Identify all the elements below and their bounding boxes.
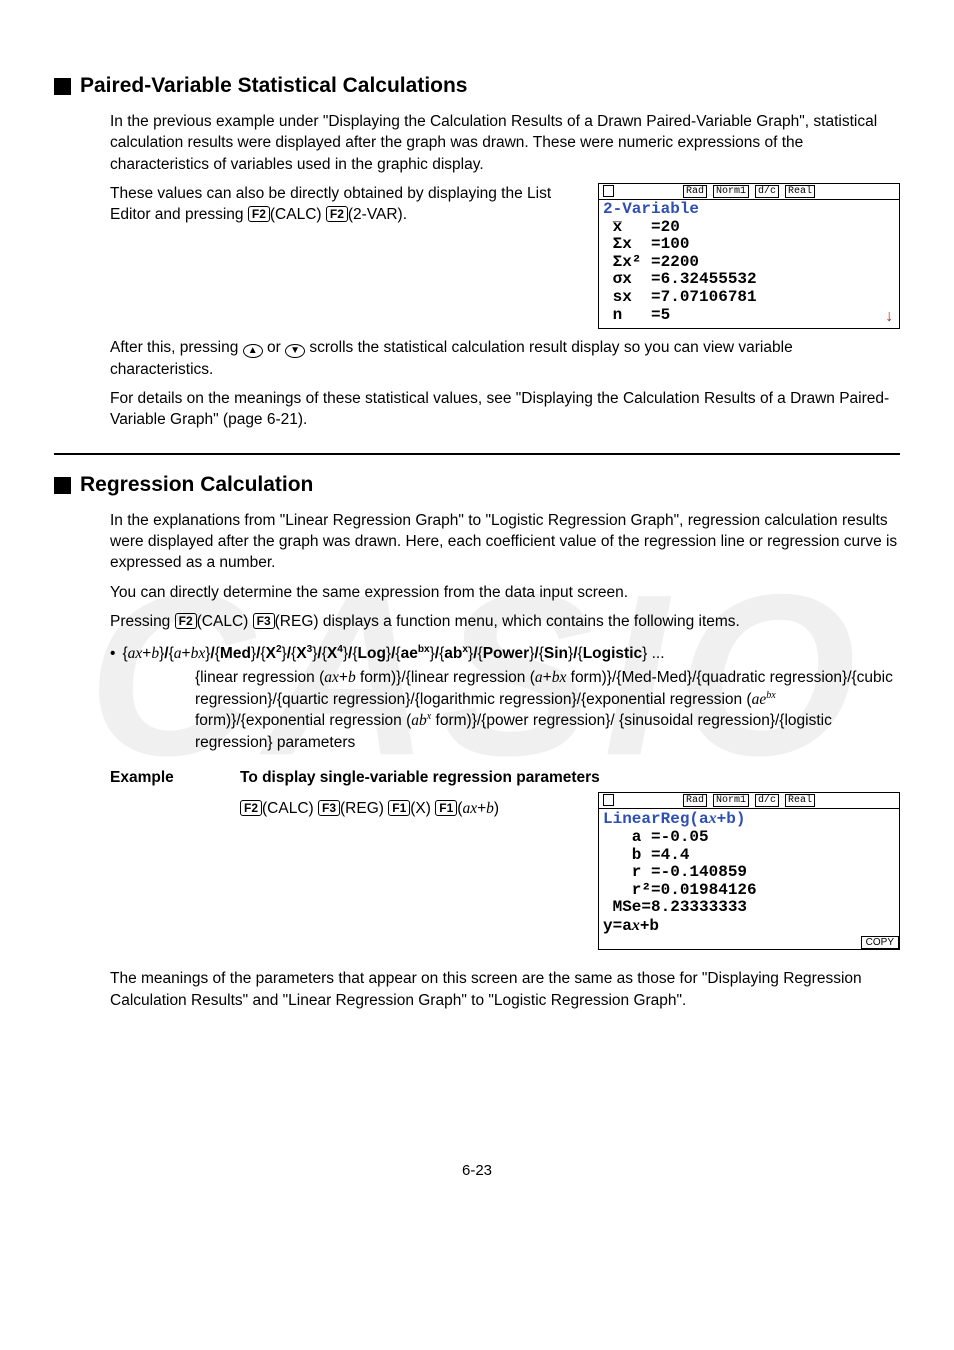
square-bullet-icon (54, 78, 71, 95)
calculator-screen-2var: Rad Norm1 d/c Real 2-Variable x̅ =20 Σx … (598, 183, 900, 329)
bullet-icon: • (110, 643, 115, 665)
key-f2: F2 (326, 206, 348, 222)
example-heading: Example To display single-variable regre… (110, 767, 900, 788)
calc-line: sx =7.07106781 (603, 289, 895, 307)
section-title: Paired-Variable Statistical Calculations (80, 72, 468, 101)
paragraph: Pressing F2(CALC) F3(REG) displays a fun… (110, 611, 900, 632)
status-chip: Norm1 (713, 794, 749, 807)
calc-title: LinearReg(ax+b) (603, 810, 895, 829)
section-heading-paired-variable: Paired-Variable Statistical Calculations (54, 72, 900, 101)
cursor-down-icon: ▼ (285, 344, 305, 358)
status-chip: Norm1 (713, 185, 749, 198)
text: (X) (410, 800, 431, 817)
paragraph: These values can also be directly obtain… (110, 183, 584, 226)
text: ... (647, 645, 664, 662)
text: (REG) displays a function menu, which co… (275, 613, 740, 630)
copy-button[interactable]: COPY (861, 936, 899, 949)
menu-description: {linear regression (ax+b form)}/{linear … (195, 667, 900, 753)
key-f1: F1 (435, 800, 457, 816)
key-f1: F1 (388, 800, 410, 816)
calc-line: r²=0.01984126 (603, 882, 895, 900)
paragraph: In the previous example under "Displayin… (110, 111, 900, 175)
calc-line: a =-0.05 (603, 829, 895, 847)
status-chip: Real (785, 185, 815, 198)
cursor-up-icon: ▲ (243, 344, 263, 358)
calc-line: Σx² =2200 (603, 254, 895, 272)
calc-status-bar: Rad Norm1 d/c Real (599, 793, 899, 809)
text: (REG) (340, 800, 384, 817)
page-number: 6-23 (54, 1161, 900, 1182)
square-bullet-icon (54, 477, 71, 494)
calc-line: MSe=8.23333333 (603, 899, 895, 917)
calc-line: b =4.4 (603, 847, 895, 865)
regression-menu-list: • {ax+b}/{a+bx}/{Med}/{X2}/{X3}/{X4}/{Lo… (110, 643, 900, 753)
status-chip: d/c (755, 794, 779, 807)
calc-mode-icon (603, 794, 614, 806)
text: (2-VAR). (348, 206, 407, 223)
example-key-sequence: F2(CALC) F3(REG) F1(X) F1(ax+b) (240, 792, 598, 819)
key-f2: F2 (175, 613, 197, 629)
calc-line: σx =6.32455532 (603, 271, 895, 289)
section-heading-regression: Regression Calculation (54, 471, 900, 500)
paragraph: You can directly determine the same expr… (110, 582, 900, 603)
section-title: Regression Calculation (80, 471, 313, 500)
status-chip: Rad (683, 794, 707, 807)
paragraph: After this, pressing ▲ or ▼ scrolls the … (110, 337, 900, 380)
calc-line: x̅ =20 (603, 219, 895, 237)
menu-options: {ax+b}/{a+bx}/{Med}/{X2}/{X3}/{X4}/{Log}… (122, 643, 664, 665)
key-f3: F3 (253, 613, 275, 629)
scroll-down-icon: ↓ (884, 309, 894, 327)
paragraph: In the explanations from "Linear Regress… (110, 510, 900, 574)
text: (CALC) (262, 800, 314, 817)
calc-mode-icon (603, 185, 614, 197)
example-text: To display single-variable regression pa… (240, 767, 600, 788)
text: Pressing (110, 613, 175, 630)
key-f2: F2 (240, 800, 262, 816)
paragraph: For details on the meanings of these sta… (110, 388, 900, 431)
calc-line: y=ax+b (603, 917, 895, 936)
calculator-screen-linreg: Rad Norm1 d/c Real LinearReg(ax+b) a =-0… (598, 792, 900, 950)
calc-line: r =-0.140859 (603, 864, 895, 882)
example-label: Example (110, 767, 240, 788)
key-f3: F3 (318, 800, 340, 816)
status-chip: d/c (755, 185, 779, 198)
calc-title: 2-Variable (603, 201, 895, 219)
calc-status-bar: Rad Norm1 d/c Real (599, 184, 899, 200)
section-divider (54, 453, 900, 455)
status-chip: Real (785, 794, 815, 807)
text: (CALC) (197, 613, 249, 630)
calc-line: Σx =100 (603, 236, 895, 254)
paragraph: The meanings of the parameters that appe… (110, 968, 900, 1011)
text: (ax+b) (457, 800, 499, 817)
key-f2: F2 (248, 206, 270, 222)
status-chip: Rad (683, 185, 707, 198)
calc-line: n =5 (603, 307, 895, 325)
text: (CALC) (270, 206, 322, 223)
